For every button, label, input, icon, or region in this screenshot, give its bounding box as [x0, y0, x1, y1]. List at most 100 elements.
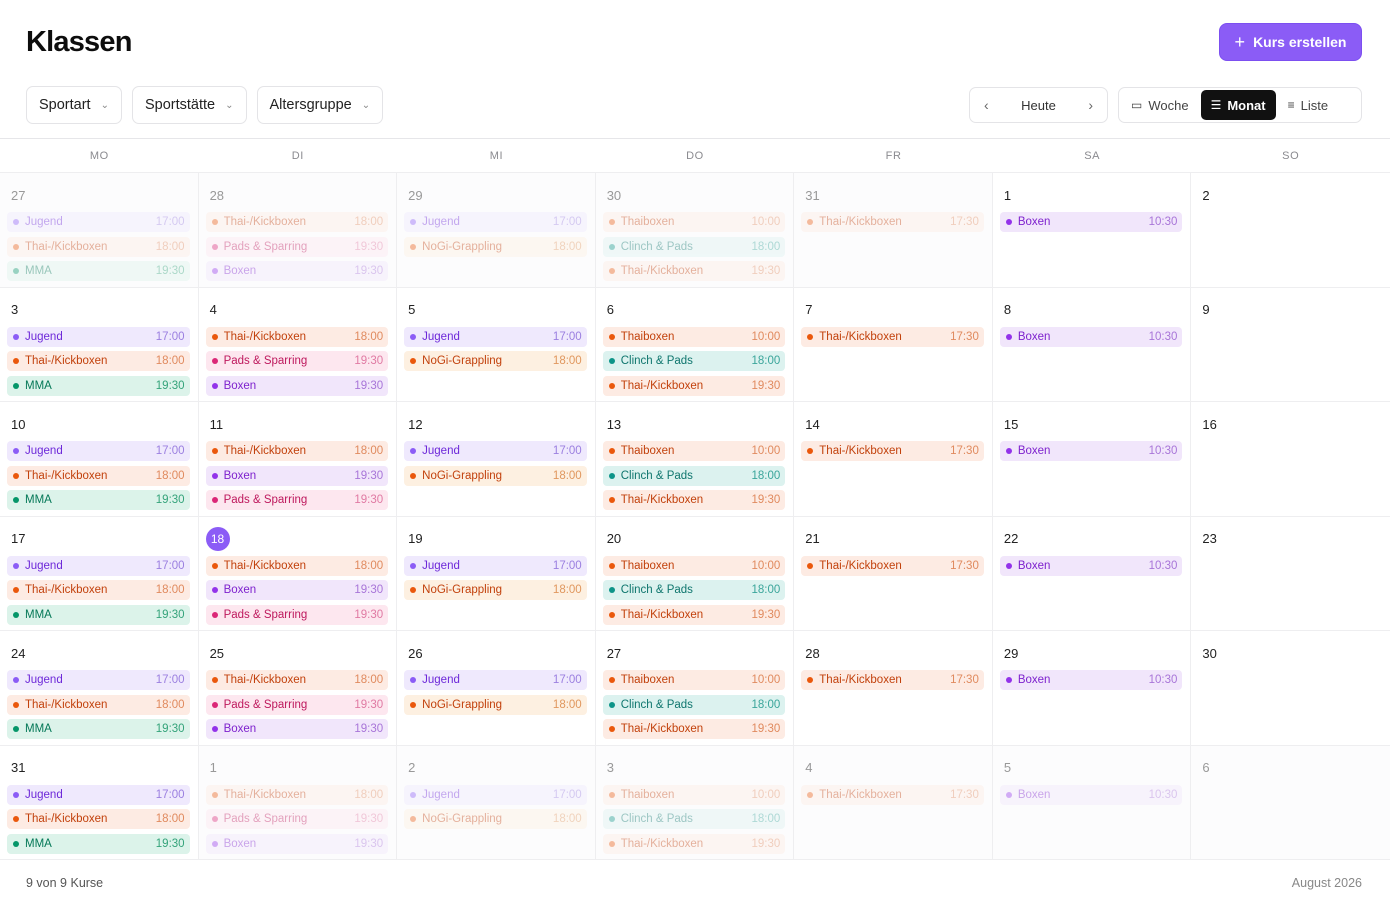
- calendar-day-cell[interactable]: 25 Thai-/Kickboxen 18:00 Pads & Sparring 19:…: [198, 631, 398, 746]
- calendar-day-cell[interactable]: 14 Thai-/Kickboxen 17:30: [794, 402, 993, 517]
- calendar-event[interactable]: Thai-/Kickboxen 18:00: [7, 351, 190, 371]
- calendar-event[interactable]: Jugend 17:00: [7, 555, 190, 576]
- calendar-event[interactable]: Jugend 17:00: [7, 670, 190, 690]
- calendar-event[interactable]: Thai-/Kickboxen 18:00: [7, 809, 190, 829]
- calendar-event[interactable]: Thai-/Kickboxen 18:00: [205, 212, 389, 232]
- calendar-day-cell[interactable]: 20 Thaiboxen 10:00 Clinch & Pads 18:00 Thai-/…: [595, 516, 795, 631]
- calendar-day-cell[interactable]: 5 Boxen 10:30: [992, 745, 1192, 860]
- calendar-event[interactable]: Thaiboxen 10:00: [602, 212, 786, 232]
- calendar-event[interactable]: MMA 19:30: [7, 719, 190, 739]
- calendar-event[interactable]: Thai-/Kickboxen 17:30: [801, 212, 984, 232]
- calendar-day-cell[interactable]: 18 Thai-/Kickboxen 18:00 Boxen 19:30 Pads & S…: [198, 516, 398, 631]
- calendar-event[interactable]: Thai-/Kickboxen 17:30: [801, 555, 984, 576]
- calendar-event[interactable]: Jugend 17:00: [7, 326, 190, 347]
- calendar-event[interactable]: Jugend 17:00: [404, 441, 587, 461]
- calendar-day-cell[interactable]: 6: [1191, 745, 1390, 860]
- calendar-event[interactable]: Thai-/Kickboxen 19:30: [602, 375, 786, 396]
- calendar-event[interactable]: MMA 19:30: [7, 604, 190, 625]
- calendar-event[interactable]: Thai-/Kickboxen 19:30: [602, 261, 786, 281]
- calendar-event[interactable]: Jugend 17:00: [7, 784, 190, 805]
- calendar-event[interactable]: Jugend 17:00: [404, 326, 587, 347]
- calendar-day-cell[interactable]: 27 Thaiboxen 10:00 Clinch & Pads 18:00 Thai-/…: [595, 631, 795, 746]
- calendar-day-cell[interactable]: 29 Jugend 17:00 NoGi-Grappling 18:00: [397, 173, 596, 288]
- calendar-event[interactable]: Thai-/Kickboxen 19:30: [602, 490, 786, 510]
- calendar-event[interactable]: Boxen 10:30: [999, 441, 1183, 461]
- calendar-day-cell[interactable]: 30 Thaiboxen 10:00 Clinch & Pads 18:00 Thai-/…: [595, 173, 795, 288]
- calendar-event[interactable]: MMA 19:30: [7, 261, 190, 281]
- calendar-event[interactable]: Thai-/Kickboxen 19:30: [602, 833, 786, 854]
- calendar-event[interactable]: Pads & Sparring 19:30: [205, 809, 389, 829]
- calendar-day-cell[interactable]: 28 Thai-/Kickboxen 17:30: [794, 631, 993, 746]
- calendar-event[interactable]: Thai-/Kickboxen 18:00: [7, 236, 190, 257]
- calendar-day-cell[interactable]: 2: [1191, 173, 1390, 288]
- today-button[interactable]: Heute: [1021, 98, 1056, 113]
- view-month-button[interactable]: ☰ Monat: [1200, 90, 1276, 120]
- calendar-event[interactable]: Boxen 19:30: [205, 261, 389, 281]
- calendar-day-cell[interactable]: 22 Boxen 10:30: [992, 516, 1192, 631]
- calendar-day-cell[interactable]: 24 Jugend 17:00 Thai-/Kickboxen 18:00 MMA 19:3…: [0, 631, 199, 746]
- calendar-day-cell[interactable]: 6 Thaiboxen 10:00 Clinch & Pads 18:00 Thai-/K…: [595, 287, 795, 402]
- calendar-event[interactable]: Boxen 10:30: [999, 212, 1183, 232]
- calendar-event[interactable]: Jugend 17:00: [404, 212, 587, 232]
- calendar-event[interactable]: MMA 19:30: [7, 833, 190, 854]
- calendar-event[interactable]: Clinch & Pads 18:00: [602, 351, 786, 371]
- calendar-event[interactable]: Boxen 10:30: [999, 555, 1183, 576]
- filter-sport[interactable]: Sportart ⌄: [26, 86, 122, 124]
- calendar-event[interactable]: MMA 19:30: [7, 490, 190, 510]
- chevron-left-icon[interactable]: ‹: [984, 97, 989, 113]
- calendar-event[interactable]: Jugend 17:00: [7, 441, 190, 461]
- calendar-day-cell[interactable]: 9: [1191, 288, 1390, 402]
- calendar-day-cell[interactable]: 12 Jugend 17:00 NoGi-Grappling 18:00: [397, 402, 596, 517]
- calendar-event[interactable]: Boxen 19:30: [205, 375, 389, 396]
- calendar-event[interactable]: Pads & Sparring 19:30: [205, 694, 389, 715]
- calendar-event[interactable]: Jugend 17:00: [404, 670, 587, 690]
- calendar-event[interactable]: Thaiboxen 10:00: [602, 670, 786, 690]
- calendar-event[interactable]: Clinch & Pads 18:00: [602, 580, 786, 600]
- calendar-event[interactable]: Boxen 19:30: [205, 580, 389, 600]
- calendar-event[interactable]: Thai-/Kickboxen 18:00: [205, 555, 389, 576]
- calendar-event[interactable]: Pads & Sparring 19:30: [205, 490, 389, 510]
- calendar-day-cell[interactable]: 5 Jugend 17:00 NoGi-Grappling 18:00: [397, 287, 596, 402]
- calendar-event[interactable]: Thai-/Kickboxen 19:30: [602, 604, 786, 625]
- calendar-event[interactable]: Thai-/Kickboxen 18:00: [205, 326, 389, 347]
- calendar-event[interactable]: Boxen 19:30: [205, 719, 389, 739]
- calendar-day-cell[interactable]: 16: [1191, 402, 1390, 517]
- calendar-event[interactable]: Thai-/Kickboxen 18:00: [205, 441, 389, 461]
- calendar-event[interactable]: Thai-/Kickboxen 18:00: [7, 580, 190, 600]
- calendar-event[interactable]: NoGi-Grappling 18:00: [404, 580, 587, 600]
- calendar-event[interactable]: Pads & Sparring 19:30: [205, 351, 389, 371]
- calendar-event[interactable]: MMA 19:30: [7, 375, 190, 396]
- calendar-event[interactable]: Thai-/Kickboxen 19:30: [602, 719, 786, 739]
- calendar-day-cell[interactable]: 31 Thai-/Kickboxen 17:30: [794, 173, 993, 288]
- calendar-day-cell[interactable]: 26 Jugend 17:00 NoGi-Grappling 18:00: [397, 631, 596, 746]
- calendar-event[interactable]: Jugend 17:00: [7, 212, 190, 232]
- calendar-event[interactable]: Boxen 19:30: [205, 833, 389, 854]
- calendar-event[interactable]: Clinch & Pads 18:00: [602, 465, 786, 486]
- calendar-event[interactable]: Boxen 19:30: [205, 465, 389, 486]
- calendar-event[interactable]: Boxen 10:30: [999, 326, 1183, 347]
- calendar-day-cell[interactable]: 4 Thai-/Kickboxen 18:00 Pads & Sparring 19:3…: [198, 287, 398, 402]
- calendar-event[interactable]: Clinch & Pads 18:00: [602, 694, 786, 715]
- calendar-event[interactable]: Boxen 10:30: [999, 670, 1183, 690]
- create-course-button[interactable]: + Kurs erstellen: [1219, 23, 1362, 61]
- calendar-event[interactable]: Thaiboxen 10:00: [602, 784, 786, 805]
- calendar-event[interactable]: Thaiboxen 10:00: [602, 326, 786, 347]
- calendar-event[interactable]: NoGi-Grappling 18:00: [404, 351, 587, 371]
- calendar-day-cell[interactable]: 30: [1191, 631, 1390, 746]
- calendar-day-cell[interactable]: 3 Jugend 17:00 Thai-/Kickboxen 18:00 MMA 19:30: [0, 287, 199, 402]
- calendar-event[interactable]: Thai-/Kickboxen 18:00: [7, 694, 190, 715]
- calendar-event[interactable]: Thai-/Kickboxen 17:30: [801, 784, 984, 805]
- calendar-event[interactable]: Thai-/Kickboxen 18:00: [7, 465, 190, 486]
- calendar-event[interactable]: Thaiboxen 10:00: [602, 555, 786, 576]
- calendar-event[interactable]: Thai-/Kickboxen 18:00: [205, 784, 389, 805]
- calendar-day-cell[interactable]: 15 Boxen 10:30: [992, 402, 1192, 517]
- calendar-event[interactable]: Clinch & Pads 18:00: [602, 236, 786, 257]
- calendar-day-cell[interactable]: 1 Boxen 10:30: [992, 173, 1192, 288]
- view-week-button[interactable]: ▭ Woche: [1121, 90, 1199, 120]
- calendar-day-cell[interactable]: 31 Jugend 17:00 Thai-/Kickboxen 18:00 MMA 19:3…: [0, 745, 199, 860]
- calendar-day-cell[interactable]: 29 Boxen 10:30: [992, 631, 1192, 746]
- calendar-event[interactable]: Clinch & Pads 18:00: [602, 809, 786, 829]
- calendar-day-cell[interactable]: 8 Boxen 10:30: [992, 287, 1192, 402]
- calendar-day-cell[interactable]: 11 Thai-/Kickboxen 18:00 Boxen 19:30 Pads & S…: [198, 402, 398, 517]
- calendar-event[interactable]: Pads & Sparring 19:30: [205, 236, 389, 257]
